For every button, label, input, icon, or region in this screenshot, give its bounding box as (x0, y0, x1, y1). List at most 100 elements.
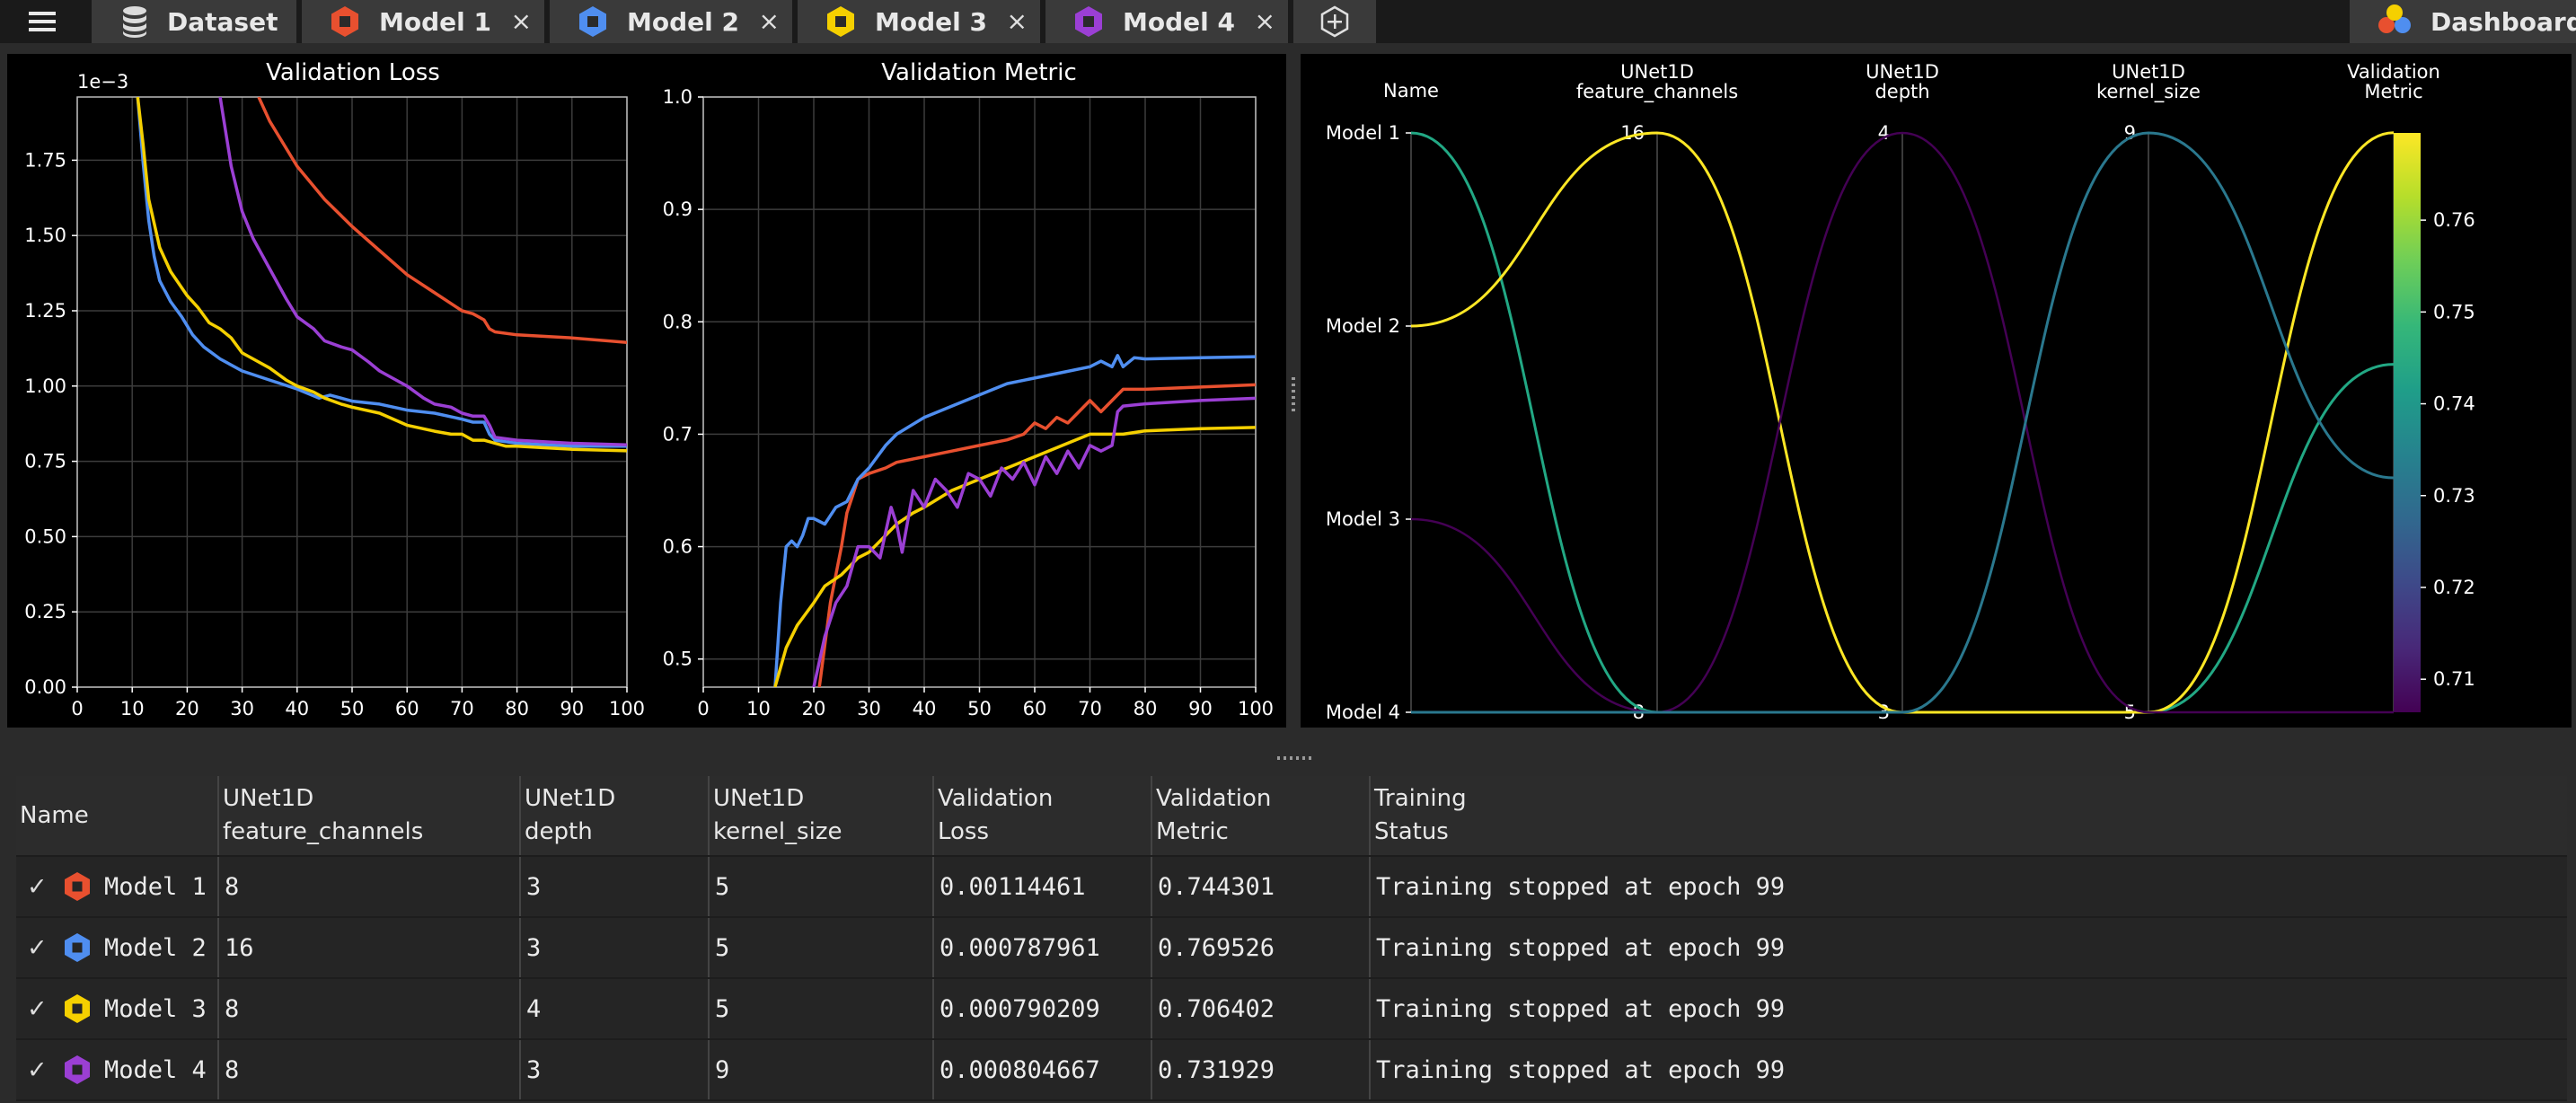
visibility-checkbox[interactable]: ✓ (27, 934, 48, 962)
axis-label: Name (1383, 80, 1439, 101)
colorbar-tick-label: 0.76 (2433, 209, 2475, 231)
name-tick-label: Model 3 (1326, 508, 1400, 530)
y-tick-label: 1.0 (663, 86, 693, 108)
y-tick-label: 0.9 (663, 199, 693, 220)
table-row[interactable]: ✓ Model 3 8 4 5 0.000790209 0.706402 Tra… (16, 979, 2567, 1040)
x-tick-label: 80 (1134, 698, 1158, 719)
kernel-size-cell: 5 (710, 918, 934, 977)
tab-dashboard-label: Dashboard (2430, 6, 2576, 37)
y-tick-label: 1.50 (24, 225, 66, 246)
header-depth[interactable]: UNet1D depth (521, 776, 710, 855)
header-kernel-size[interactable]: UNet1D kernel_size (710, 776, 934, 855)
x-tick-label: 10 (746, 698, 771, 719)
table-row[interactable]: ✓ Model 1 8 3 5 0.00114461 0.744301 Trai… (16, 857, 2567, 918)
depth-cell: 4 (521, 979, 710, 1038)
x-tick-label: 0 (697, 698, 709, 719)
header-feature-channels[interactable]: UNet1D feature_channels (219, 776, 521, 855)
feature-channels-cell: 8 (219, 979, 521, 1038)
chart-title: Validation Metric (881, 59, 1076, 86)
x-tick-label: 90 (560, 698, 584, 719)
kernel-size-cell: 5 (710, 979, 934, 1038)
x-tick-label: 50 (340, 698, 365, 719)
series-line-model-4 (218, 97, 627, 446)
vertical-splitter-handle[interactable] (1290, 377, 1297, 417)
hexagon-icon (579, 6, 606, 37)
validation-metric-cell: 0.731929 (1152, 1040, 1371, 1099)
training-status-cell: Training stopped at epoch 99 (1376, 994, 1786, 1023)
header-training-status[interactable]: Training Status (1371, 776, 2567, 855)
axis-label: UNet1D depth (1866, 61, 1939, 102)
feature-channels-cell: 16 (219, 918, 521, 977)
y-tick-label: 0.7 (663, 423, 693, 445)
y-tick-label: 0.50 (24, 525, 66, 547)
parallel-coordinates-panel: Name UNet1D feature_channels UNet1D depth … (1301, 54, 2572, 728)
x-tick-label: 100 (1238, 698, 1274, 719)
tab-model-2[interactable]: Model 2 × (550, 0, 792, 43)
axis-label: UNet1D kernel_size (2096, 61, 2201, 103)
y-tick-label: 0.00 (24, 676, 66, 698)
close-icon[interactable]: × (1007, 8, 1028, 35)
x-tick-label: 70 (450, 698, 474, 719)
model-name: Model 2 (104, 933, 207, 962)
scale-label: 1e−3 (77, 71, 128, 93)
y-tick-label: 1.00 (24, 375, 66, 397)
tab-model-3[interactable]: Model 3 × (798, 0, 1040, 43)
close-icon[interactable]: × (511, 8, 532, 35)
menu-icon (29, 12, 56, 31)
colorbar-tick-label: 0.71 (2433, 668, 2475, 690)
feature-channels-cell: 8 (219, 857, 521, 916)
y-tick-label: 1.75 (24, 149, 66, 171)
colorbar-tick-label: 0.72 (2433, 577, 2475, 598)
add-tab-button[interactable] (1293, 0, 1376, 43)
x-tick-label: 60 (395, 698, 419, 719)
validation-metric-cell: 0.744301 (1152, 857, 1371, 916)
horizontal-splitter-handle[interactable] (1277, 747, 1313, 760)
validation-loss-cell: 0.000804667 (934, 1040, 1152, 1099)
y-tick-label: 0.8 (663, 311, 693, 332)
validation-metric-cell: 0.706402 (1152, 979, 1371, 1038)
header-validation-loss[interactable]: Validation Loss (934, 776, 1152, 855)
name-tick-label: Model 2 (1326, 315, 1400, 337)
hexagon-icon (1075, 6, 1102, 37)
depth-cell: 3 (521, 918, 710, 977)
training-curves-panel: Validation Loss 1e−3 0 10 20 30 40 50 60 70 80 90… (7, 54, 1286, 728)
validation-loss-cell: 0.00114461 (934, 857, 1152, 916)
x-tick-label: 0 (71, 698, 83, 719)
tab-model-4[interactable]: Model 4 × (1045, 0, 1288, 43)
colorbar (2394, 133, 2421, 712)
header-name[interactable]: Name (16, 776, 219, 855)
tab-model-1[interactable]: Model 1 × (302, 0, 544, 43)
colorbar-tick-label: 0.74 (2433, 393, 2475, 415)
table-row[interactable]: ✓ Model 2 16 3 5 0.000787961 0.769526 Tr… (16, 918, 2567, 979)
visibility-checkbox[interactable]: ✓ (27, 995, 48, 1023)
tab-label: Model 4 (1123, 6, 1235, 37)
close-icon[interactable]: × (1255, 8, 1275, 35)
model-name: Model 1 (104, 872, 207, 901)
visibility-checkbox[interactable]: ✓ (27, 873, 48, 901)
x-tick-label: 20 (175, 698, 199, 719)
table-header: Name UNet1D feature_channels UNet1D depth … (16, 776, 2567, 857)
tab-dataset[interactable]: Dataset (92, 0, 296, 43)
kernel-size-cell: 9 (710, 1040, 934, 1099)
training-status-cell: Training stopped at epoch 99 (1376, 1055, 1786, 1084)
colorbar-tick-label: 0.73 (2433, 485, 2475, 507)
depth-cell: 3 (521, 1040, 710, 1099)
name-cell: ✓ Model 2 (16, 918, 219, 977)
x-tick-label: 20 (802, 698, 826, 719)
visibility-checkbox[interactable]: ✓ (27, 1056, 48, 1084)
hexagon-icon (827, 6, 854, 37)
name-cell: ✓ Model 3 (16, 979, 219, 1038)
feature-channels-cell: 8 (219, 1040, 521, 1099)
training-status-cell: Training stopped at epoch 99 (1376, 933, 1786, 962)
parallel-coordinates-chart: Name UNet1D feature_channels UNet1D depth … (1326, 61, 2475, 723)
close-icon[interactable]: × (759, 8, 780, 35)
menu-button[interactable] (0, 0, 86, 43)
header-validation-metric[interactable]: Validation Metric (1152, 776, 1371, 855)
tab-dataset-label: Dataset (167, 6, 278, 37)
validation-metric-cell: 0.769526 (1152, 918, 1371, 977)
table-row[interactable]: ✓ Model 4 8 3 9 0.000804667 0.731929 Tra… (16, 1040, 2567, 1101)
validation-loss-cell: 0.000790209 (934, 979, 1152, 1038)
x-tick-label: 30 (230, 698, 254, 719)
tab-dashboard[interactable]: Dashboard (2350, 0, 2576, 43)
series-line-model-2 (773, 354, 1256, 687)
